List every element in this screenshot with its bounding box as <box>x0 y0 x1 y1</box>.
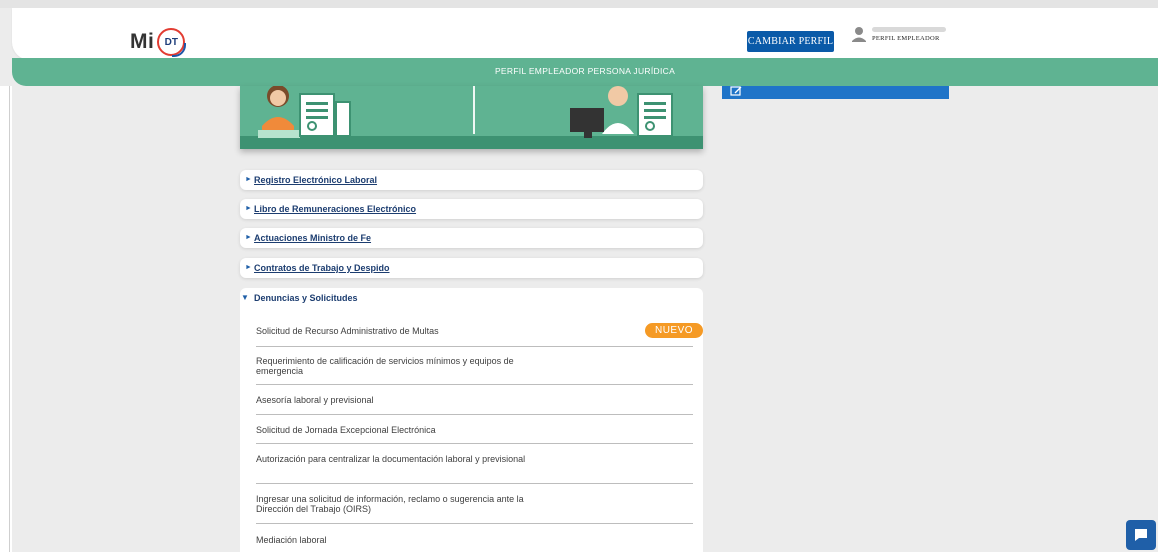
menu-item-label[interactable]: Libro de Remuneraciones Electrónico <box>254 204 416 214</box>
submenu-item-label[interactable]: Autorización para centralizar la documen… <box>256 454 556 464</box>
logo-text: Mi <box>130 30 155 53</box>
left-rule <box>9 86 10 552</box>
submenu-item-mediacion-laboral[interactable]: Mediación laboral <box>256 524 693 552</box>
left-margin <box>0 86 12 552</box>
submenu-item-asesoria-laboral[interactable]: Asesoría laboral y previsional <box>256 385 693 415</box>
caret-right-icon: ► <box>245 264 252 271</box>
menu-item-label[interactable]: Registro Electrónico Laboral <box>254 175 377 185</box>
submenu-item-label[interactable]: Asesoría laboral y previsional <box>256 395 556 405</box>
window-top-edge <box>0 0 1158 8</box>
user-name <box>872 25 952 33</box>
profile-bar-title: PERFIL EMPLEADOR PERSONA JURÍDICA <box>494 66 676 76</box>
user-role-label: PERFIL EMPLEADOR <box>872 35 940 42</box>
caret-right-icon: ► <box>245 205 252 212</box>
denuncias-submenu: Solicitud de Recurso Administrativo de M… <box>240 308 703 552</box>
caret-right-icon: ► <box>245 176 252 183</box>
logo-arc <box>172 43 187 57</box>
dt-logo-circle: DT <box>157 28 187 57</box>
banner-divider <box>473 86 475 134</box>
site-header: Mi DT CAMBIAR PERFIL PERFIL EMPLEADOR <box>12 8 1158 60</box>
caret-right-icon: ► <box>245 234 252 241</box>
change-profile-button[interactable]: CAMBIAR PERFIL <box>747 31 834 52</box>
submenu-item-jornada-excepcional[interactable]: Solicitud de Jornada Excepcional Electró… <box>256 415 693 444</box>
submenu-item-label[interactable]: Mediación laboral <box>256 535 556 545</box>
submenu-item-label[interactable]: Solicitud de Recurso Administrativo de M… <box>256 326 556 336</box>
submenu-item-centralizar-documentacion[interactable]: Autorización para centralizar la documen… <box>256 444 693 484</box>
user-icon <box>852 27 866 42</box>
submenu-item-label[interactable]: Ingresar una solicitud de información, r… <box>256 494 556 514</box>
menu-item-contratos-trabajo[interactable]: ► Contratos de Trabajo y Despido <box>240 258 703 278</box>
caret-down-icon: ▼ <box>241 293 249 302</box>
submenu-item-recurso-multas[interactable]: Solicitud de Recurso Administrativo de M… <box>256 308 703 347</box>
menu-item-label[interactable]: Contratos de Trabajo y Despido <box>254 263 390 273</box>
menu-section-label[interactable]: Denuncias y Solicitudes <box>254 293 358 303</box>
menu-item-label[interactable]: Actuaciones Ministro de Fe <box>254 233 371 243</box>
menu-section-denuncias[interactable]: ▼ Denuncias y Solicitudes <box>240 288 703 308</box>
submenu-item-oirs[interactable]: Ingresar una solicitud de información, r… <box>256 484 693 524</box>
edit-box[interactable] <box>722 86 949 99</box>
banner-illustration <box>240 86 703 149</box>
mi-dt-logo[interactable]: Mi DT <box>130 28 187 57</box>
menu-item-libro-remuneraciones[interactable]: ► Libro de Remuneraciones Electrónico <box>240 199 703 219</box>
services-banner <box>240 86 703 149</box>
profile-bar: PERFIL EMPLEADOR PERSONA JURÍDICA <box>12 58 1158 86</box>
chat-icon <box>1135 529 1147 541</box>
submenu-item-label[interactable]: Solicitud de Jornada Excepcional Electró… <box>256 425 556 435</box>
chat-button[interactable] <box>1126 520 1156 550</box>
submenu-item-label[interactable]: Requerimiento de calificación de servici… <box>256 356 556 376</box>
new-badge: NUEVO <box>645 323 703 338</box>
edit-icon[interactable] <box>730 86 744 97</box>
menu-item-registro-electronico[interactable]: ► Registro Electrónico Laboral <box>240 170 703 190</box>
submenu-item-servicios-minimos[interactable]: Requerimiento de calificación de servici… <box>256 347 693 385</box>
menu-item-actuaciones-ministro[interactable]: ► Actuaciones Ministro de Fe <box>240 228 703 248</box>
